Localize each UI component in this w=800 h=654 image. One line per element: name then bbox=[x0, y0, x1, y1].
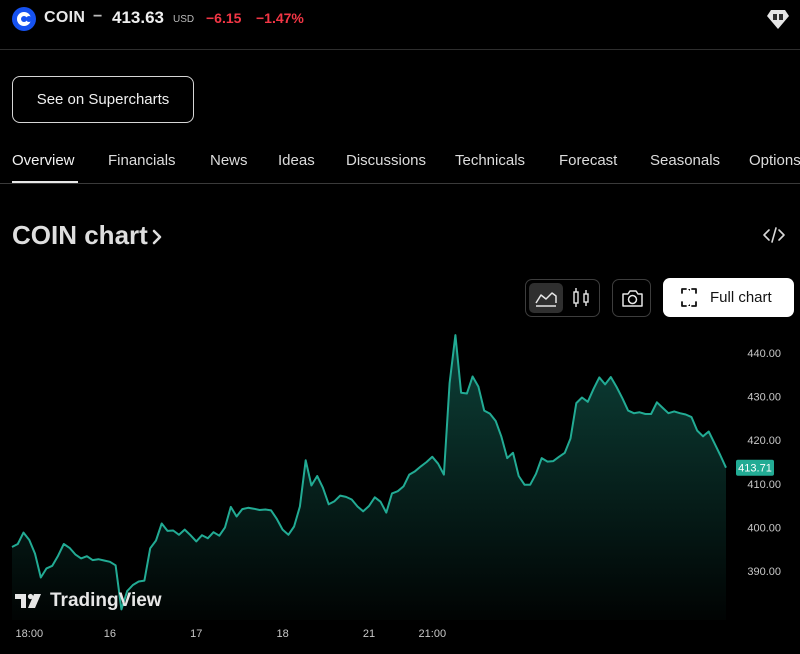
y-tick-label: 400.00 bbox=[747, 522, 781, 534]
ticker-symbol: COIN bbox=[44, 9, 86, 26]
chart-style-toggle bbox=[525, 279, 600, 317]
chevron-right-icon bbox=[152, 229, 162, 245]
tab-news[interactable]: News bbox=[210, 152, 248, 169]
last-price-label: 413.71 bbox=[738, 463, 772, 475]
see-on-supercharts-button[interactable]: See on Supercharts bbox=[12, 76, 194, 123]
full-chart-button[interactable]: Full chart bbox=[663, 278, 794, 317]
ticker-separator: − bbox=[93, 8, 103, 25]
tab-seasonals[interactable]: Seasonals bbox=[650, 152, 720, 169]
tab-technicals[interactable]: Technicals bbox=[455, 152, 525, 169]
snapshot-button[interactable] bbox=[612, 279, 651, 317]
x-tick-label: 16 bbox=[104, 628, 116, 640]
tab-ideas[interactable]: Ideas bbox=[278, 152, 315, 169]
tab-financials[interactable]: Financials bbox=[108, 152, 176, 169]
x-tick-label: 21 bbox=[363, 628, 375, 640]
y-tick-label: 410.00 bbox=[747, 479, 781, 491]
coinbase-logo-icon bbox=[12, 7, 36, 31]
price-currency: USD bbox=[173, 14, 195, 25]
camera-icon bbox=[622, 290, 643, 307]
x-tick-label: 21:00 bbox=[419, 628, 447, 640]
x-tick-label: 18:00 bbox=[16, 628, 44, 640]
symbol-header: COIN − 413.63 USD −6.15 −1.47% bbox=[0, 0, 800, 50]
tradingview-brand: TradingView bbox=[50, 590, 162, 611]
y-tick-label: 430.00 bbox=[747, 392, 781, 404]
area-style-button[interactable] bbox=[529, 283, 563, 313]
full-chart-label: Full chart bbox=[710, 289, 772, 306]
fullscreen-icon bbox=[681, 288, 697, 307]
candlestick-icon bbox=[573, 288, 589, 307]
tab-overview[interactable]: Overview bbox=[12, 152, 75, 169]
gem-icon[interactable] bbox=[766, 8, 790, 30]
tradingview-logo-icon bbox=[15, 593, 41, 608]
candlestick-style-button[interactable] bbox=[565, 283, 597, 313]
area-chart-icon bbox=[535, 292, 557, 307]
chart-title-link[interactable]: COIN chart bbox=[12, 220, 148, 251]
x-tick-label: 17 bbox=[190, 628, 202, 640]
price-change-percent: −1.47% bbox=[256, 10, 304, 26]
section-tabs: Overview Financials News Ideas Discussio… bbox=[0, 140, 800, 184]
tab-forecast[interactable]: Forecast bbox=[559, 152, 617, 169]
active-tab-indicator bbox=[12, 181, 78, 183]
tab-discussions[interactable]: Discussions bbox=[346, 152, 426, 169]
price-change: −6.15 bbox=[206, 10, 242, 26]
last-price: 413.63 bbox=[112, 8, 164, 27]
tab-options[interactable]: Options bbox=[749, 152, 800, 169]
y-tick-label: 420.00 bbox=[747, 435, 781, 447]
x-tick-label: 18 bbox=[276, 628, 288, 640]
y-tick-label: 390.00 bbox=[747, 566, 781, 578]
series-area-fill bbox=[12, 335, 726, 620]
y-tick-label: 440.00 bbox=[747, 348, 781, 360]
code-embed-icon[interactable] bbox=[762, 226, 786, 244]
